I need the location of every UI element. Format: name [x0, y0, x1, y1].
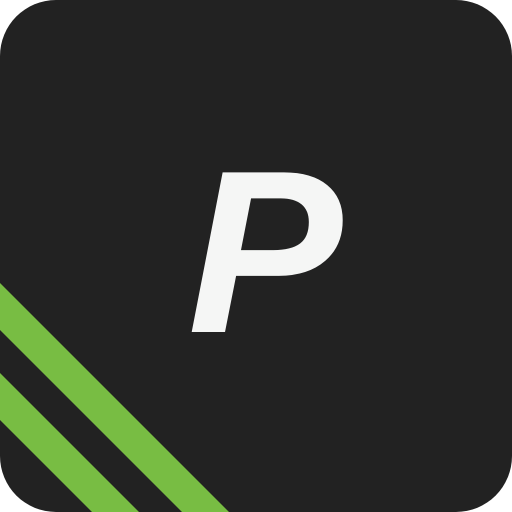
app-letter-mark: P: [187, 123, 343, 382]
app-icon[interactable]: P: [0, 0, 512, 512]
